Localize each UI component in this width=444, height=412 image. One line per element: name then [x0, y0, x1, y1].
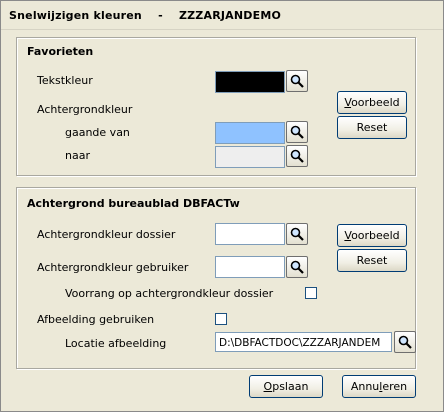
locatie-input[interactable]: D:\DBFACTDOC\ZZZARJANDEM	[215, 332, 392, 352]
magnifier-icon	[290, 227, 304, 241]
favorieten-reset-button[interactable]: Reset	[337, 116, 407, 139]
achtergrondkleur-label: Achtergrondkleur	[37, 103, 133, 116]
magnifier-icon	[290, 260, 304, 274]
bureaublad-reset-button[interactable]: Reset	[337, 249, 407, 272]
gebruiker-swatch[interactable]	[215, 256, 285, 278]
naar-swatch[interactable]	[215, 146, 285, 168]
afbeelding-checkbox[interactable]	[215, 313, 227, 325]
bureaublad-voorbeeld-button[interactable]: Voorbeeld	[337, 224, 407, 247]
locatie-search-button[interactable]	[394, 331, 416, 353]
afbeelding-label: Afbeelding gebruiken	[37, 313, 155, 326]
bureaublad-group: Achtergrond bureaublad DBFACTw Achtergro…	[16, 187, 416, 369]
gebruiker-label: Achtergrondkleur gebruiker	[37, 261, 189, 274]
gebruiker-search-button[interactable]	[286, 256, 308, 278]
locatie-label: Locatie afbeelding	[65, 337, 167, 350]
gaande-van-label: gaande van	[65, 126, 130, 139]
favorieten-voorbeeld-button[interactable]: Voorbeeld	[337, 91, 407, 114]
dossier-label: Achtergrondkleur dossier	[37, 228, 176, 241]
magnifier-icon	[290, 74, 304, 88]
dossier-search-button[interactable]	[286, 223, 308, 245]
dossier-swatch[interactable]	[215, 223, 285, 245]
title-bar: Snelwijzigen kleuren - ZZZARJANDEMO	[1, 1, 443, 30]
voorrang-checkbox[interactable]	[305, 287, 317, 299]
opslaan-button[interactable]: Opslaan	[249, 375, 323, 398]
dialog-window: Snelwijzigen kleuren - ZZZARJANDEMO Favo…	[0, 0, 444, 412]
naar-label: naar	[65, 149, 90, 162]
favorieten-title: Favorieten	[27, 45, 94, 58]
favorieten-group: Favorieten Tekstkleur Achtergrondkleur g…	[16, 37, 416, 176]
bureaublad-title: Achtergrond bureaublad DBFACTw	[27, 197, 240, 210]
tekstkleur-search-button[interactable]	[286, 70, 308, 92]
gaande-van-search-button[interactable]	[286, 121, 308, 143]
tekstkleur-swatch[interactable]	[215, 71, 285, 93]
window-title: Snelwijzigen kleuren - ZZZARJANDEMO	[9, 9, 282, 22]
magnifier-icon	[290, 125, 304, 139]
annuleren-button[interactable]: Annuleren	[342, 375, 416, 398]
magnifier-icon	[398, 335, 412, 349]
magnifier-icon	[290, 149, 304, 163]
gaande-van-swatch[interactable]	[215, 122, 285, 144]
naar-search-button[interactable]	[286, 145, 308, 167]
tekstkleur-label: Tekstkleur	[37, 74, 93, 87]
voorrang-label: Voorrang op achtergrondkleur dossier	[65, 287, 274, 300]
